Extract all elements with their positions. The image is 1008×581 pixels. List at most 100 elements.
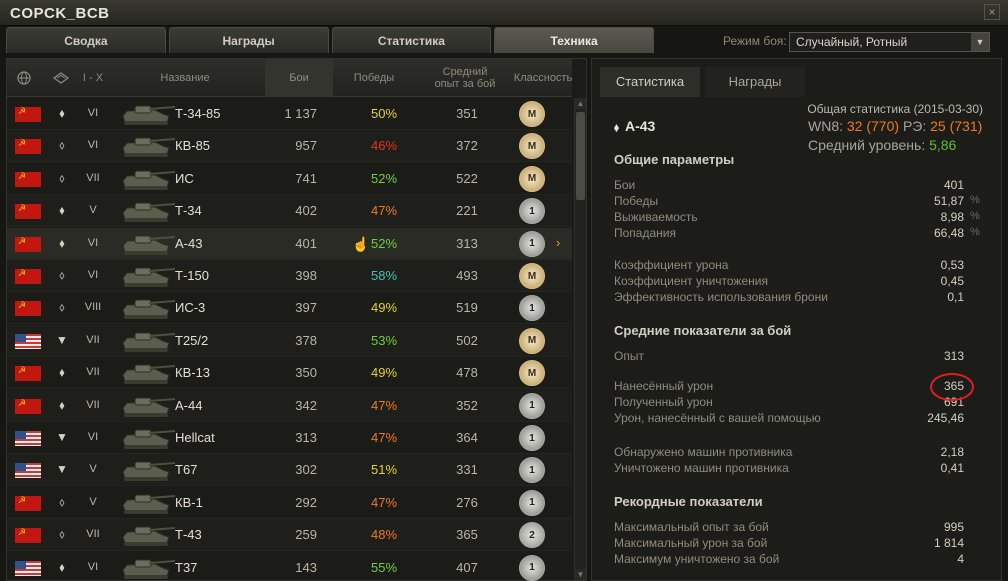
ussr-flag-icon [15,495,41,511]
tier-cell: VI [87,139,99,152]
table-row[interactable]: ⬧VIА-4340152%3131›☝ [7,227,572,260]
tank-icon [122,559,176,579]
stat-value: 0,53 [940,258,964,272]
table-row[interactable]: ⬨ V КВ-1 292 47% 276 1 [7,487,572,519]
tank-class-icon: ▼ [56,462,68,477]
table-row[interactable]: ▼ VI Hellcat 313 47% 364 1 [7,422,572,454]
tier-cell: V [89,204,97,217]
header-avg-xp[interactable]: Средний опыт за бой [415,59,515,97]
wins-cell: 48% [370,527,398,543]
table-row[interactable]: ⬧ V Т-34 402 47% 221 1 [7,195,572,228]
mastery-badge-icon: 1 [519,554,545,581]
stat-label: Максимальный опыт за бой [614,520,769,534]
tab-vehicles[interactable]: Техника [494,27,654,53]
tank-icon [122,494,176,514]
tank-icon [122,170,176,190]
wn8-label: WN8: [808,118,843,134]
stat-unit: % [970,194,980,206]
tank-name-cell: T37 [175,559,198,575]
header-tier[interactable]: I - X [79,59,107,97]
stat-value: 401 [943,178,964,192]
tank-class-icon[interactable] [43,59,79,97]
ussr-flag-icon [15,268,41,284]
mastery-badge-icon: M [519,165,545,192]
scroll-down-icon[interactable]: ▼ [575,569,586,580]
table-row[interactable]: ▼ VII T25/2 378 53% 502 M [7,324,572,357]
tier-cell: VII [86,366,100,379]
avg-xp-cell: 276 [456,494,478,510]
stat-label: Уничтожено машин противника [614,461,789,475]
tier-cell: VI [87,431,99,443]
hand-cursor-icon: ☝ [352,235,370,252]
medium-tank-icon: ⬧ [614,122,619,134]
header-name[interactable]: Название [107,59,263,97]
table-row[interactable]: ⬧ VII КВ-13 350 49% 478 M [7,357,572,390]
stat-label: Максимальный урон за бой [614,536,768,550]
stat-row: Максимальный опыт за бой 995 [614,520,964,536]
average-level-value: 5,86 [929,137,957,153]
stat-row: Нанесённый урон 365 [614,379,964,395]
stat-label: Опыт [614,349,644,363]
tank-icon [122,299,176,320]
table-row[interactable]: ⬨ VIII ИС-3 397 49% 519 1 [7,292,572,325]
tab-detail-statistics[interactable]: Статистика [600,67,700,97]
tank-name-cell: Т-43 [175,527,202,543]
avg-xp-cell: 364 [456,430,478,445]
tank-icon [122,429,176,449]
chevron-right-icon: › [556,234,561,250]
header-battles[interactable]: Бои [265,59,333,97]
main-tabs: Сводка Награды Статистика Техника [6,27,654,53]
table-row[interactable]: ⬨ VII ИС 741 52% 522 M [7,163,572,195]
globe-icon[interactable] [7,59,41,97]
table-row[interactable]: ⬧ VI T37 143 55% 407 1 [7,552,572,581]
chevron-down-icon[interactable]: ▼ [971,33,989,51]
stat-label: Максимум уничтожено за бой [614,552,780,566]
battles-cell: 402 [295,203,317,219]
section-general: Общие параметры [614,152,735,167]
tank-class-icon: ⬨ [59,268,65,282]
stat-value: 4 [957,552,964,566]
tab-detail-awards[interactable]: Награды [705,67,805,97]
table-row[interactable]: ⬧ VII А-44 342 47% 352 1 [7,389,572,422]
tab-summary[interactable]: Сводка [6,27,166,53]
scrollbar[interactable]: ▲ ▼ [574,98,586,580]
stat-row: Эффективность использования брони 0,1 [614,290,964,306]
tier-cell: VI [87,236,99,249]
tab-statistics[interactable]: Статистика [331,27,492,53]
stat-value: 66,48 [933,226,964,240]
battle-mode-select[interactable]: Случайный, Ротный ▼ [789,32,990,52]
close-icon[interactable]: × [984,4,1000,20]
scroll-thumb[interactable] [576,112,585,200]
tank-name-cell: ИС-3 [175,300,206,316]
stat-value: 8,98 [940,210,964,224]
wins-cell: 53% [370,332,398,348]
table-row[interactable]: ⬨ VII Т-43 259 48% 365 2 [7,519,572,552]
stat-unit: % [970,226,980,238]
tank-name-cell: T25/2 [175,332,209,348]
table-row[interactable]: ⬨ VI КВ-85 957 46% 372 M [7,130,572,163]
tab-awards[interactable]: Награды [168,27,329,53]
avg-xp-cell: 519 [456,300,478,316]
vehicle-table: I - X Название Бои Победы Средний опыт з… [6,58,587,581]
battles-cell: 1 137 [284,106,317,121]
ussr-flag-icon [15,365,41,382]
table-header: I - X Название Бои Победы Средний опыт з… [7,59,572,97]
table-row[interactable]: ⬨ VI Т-150 398 58% 493 M [7,260,572,292]
tank-class-icon: ⬨ [59,300,65,315]
tank-icon [122,137,176,158]
stat-value: 245,46 [927,411,964,425]
avg-xp-cell: 221 [456,203,478,219]
header-wins[interactable]: Победы [335,59,413,97]
header-mastery[interactable]: Классность [507,59,579,97]
table-row[interactable]: ▼ V T67 302 51% 331 1 [7,454,572,487]
stat-row: Выживаемость 8,98% [614,210,980,226]
avg-xp-cell: 522 [456,170,478,186]
battles-cell: 292 [295,494,317,510]
scroll-up-icon[interactable]: ▲ [575,98,586,109]
tank-name-cell: КВ-1 [175,494,203,510]
wins-cell: 51% [370,462,398,478]
tank-class-icon: ⬧ [59,235,65,250]
table-row[interactable]: ⬧ VI Т-34-85 1 137 50% 351 M [7,98,572,130]
avg-xp-cell: 493 [456,268,478,283]
battles-cell: 143 [295,559,317,575]
